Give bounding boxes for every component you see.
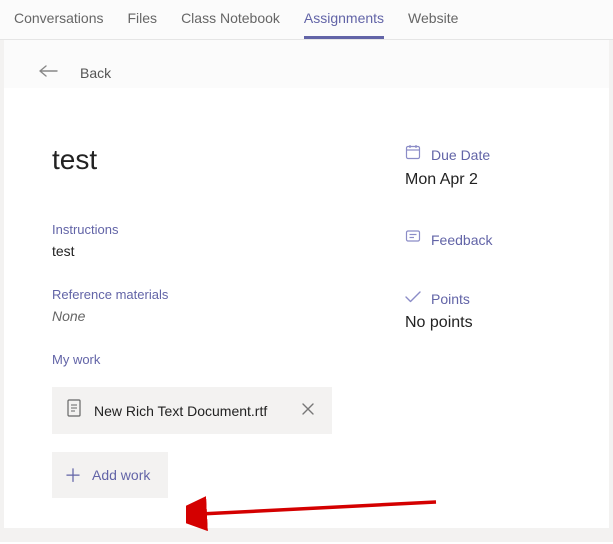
tab-files[interactable]: Files — [128, 10, 158, 39]
assignment-content: test Instructions test Reference materia… — [4, 88, 609, 528]
reference-materials-value: None — [52, 308, 345, 324]
back-label: Back — [80, 65, 111, 81]
tab-class-notebook[interactable]: Class Notebook — [181, 10, 280, 39]
work-file-chip[interactable]: New Rich Text Document.rtf — [52, 387, 332, 434]
checkmark-icon — [405, 290, 421, 308]
remove-file-button[interactable] — [298, 402, 318, 420]
due-date-section: Due Date Mon Apr 2 — [405, 144, 569, 189]
page-body: Back test Instructions test Reference ma… — [0, 40, 613, 542]
assignment-title: test — [52, 144, 345, 176]
feedback-icon — [405, 229, 421, 250]
tab-bar: Conversations Files Class Notebook Assig… — [0, 0, 613, 40]
points-label: Points — [431, 291, 470, 307]
due-date-label: Due Date — [431, 147, 490, 163]
tab-website[interactable]: Website — [408, 10, 458, 39]
tab-assignments[interactable]: Assignments — [304, 10, 384, 39]
tab-conversations[interactable]: Conversations — [14, 10, 104, 39]
work-file-name: New Rich Text Document.rtf — [94, 403, 286, 419]
add-work-label: Add work — [92, 467, 150, 483]
instructions-value: test — [52, 243, 345, 259]
feedback-section: Feedback — [405, 229, 569, 250]
close-icon — [302, 403, 314, 415]
my-work-label: My work — [52, 352, 345, 367]
due-date-value: Mon Apr 2 — [405, 171, 569, 189]
reference-materials-label: Reference materials — [52, 287, 345, 302]
main-column: test Instructions test Reference materia… — [52, 144, 345, 498]
back-button[interactable]: Back — [4, 40, 609, 88]
instructions-label: Instructions — [52, 222, 345, 237]
points-value: No points — [405, 314, 569, 332]
add-work-button[interactable]: ＋ Add work — [52, 452, 168, 498]
plus-icon: ＋ — [64, 462, 82, 488]
document-icon — [66, 399, 82, 422]
feedback-label: Feedback — [431, 232, 492, 248]
side-column: Due Date Mon Apr 2 Feedback Points — [405, 144, 575, 498]
calendar-icon — [405, 144, 421, 165]
back-arrow-icon — [38, 64, 58, 82]
points-section: Points No points — [405, 290, 569, 332]
